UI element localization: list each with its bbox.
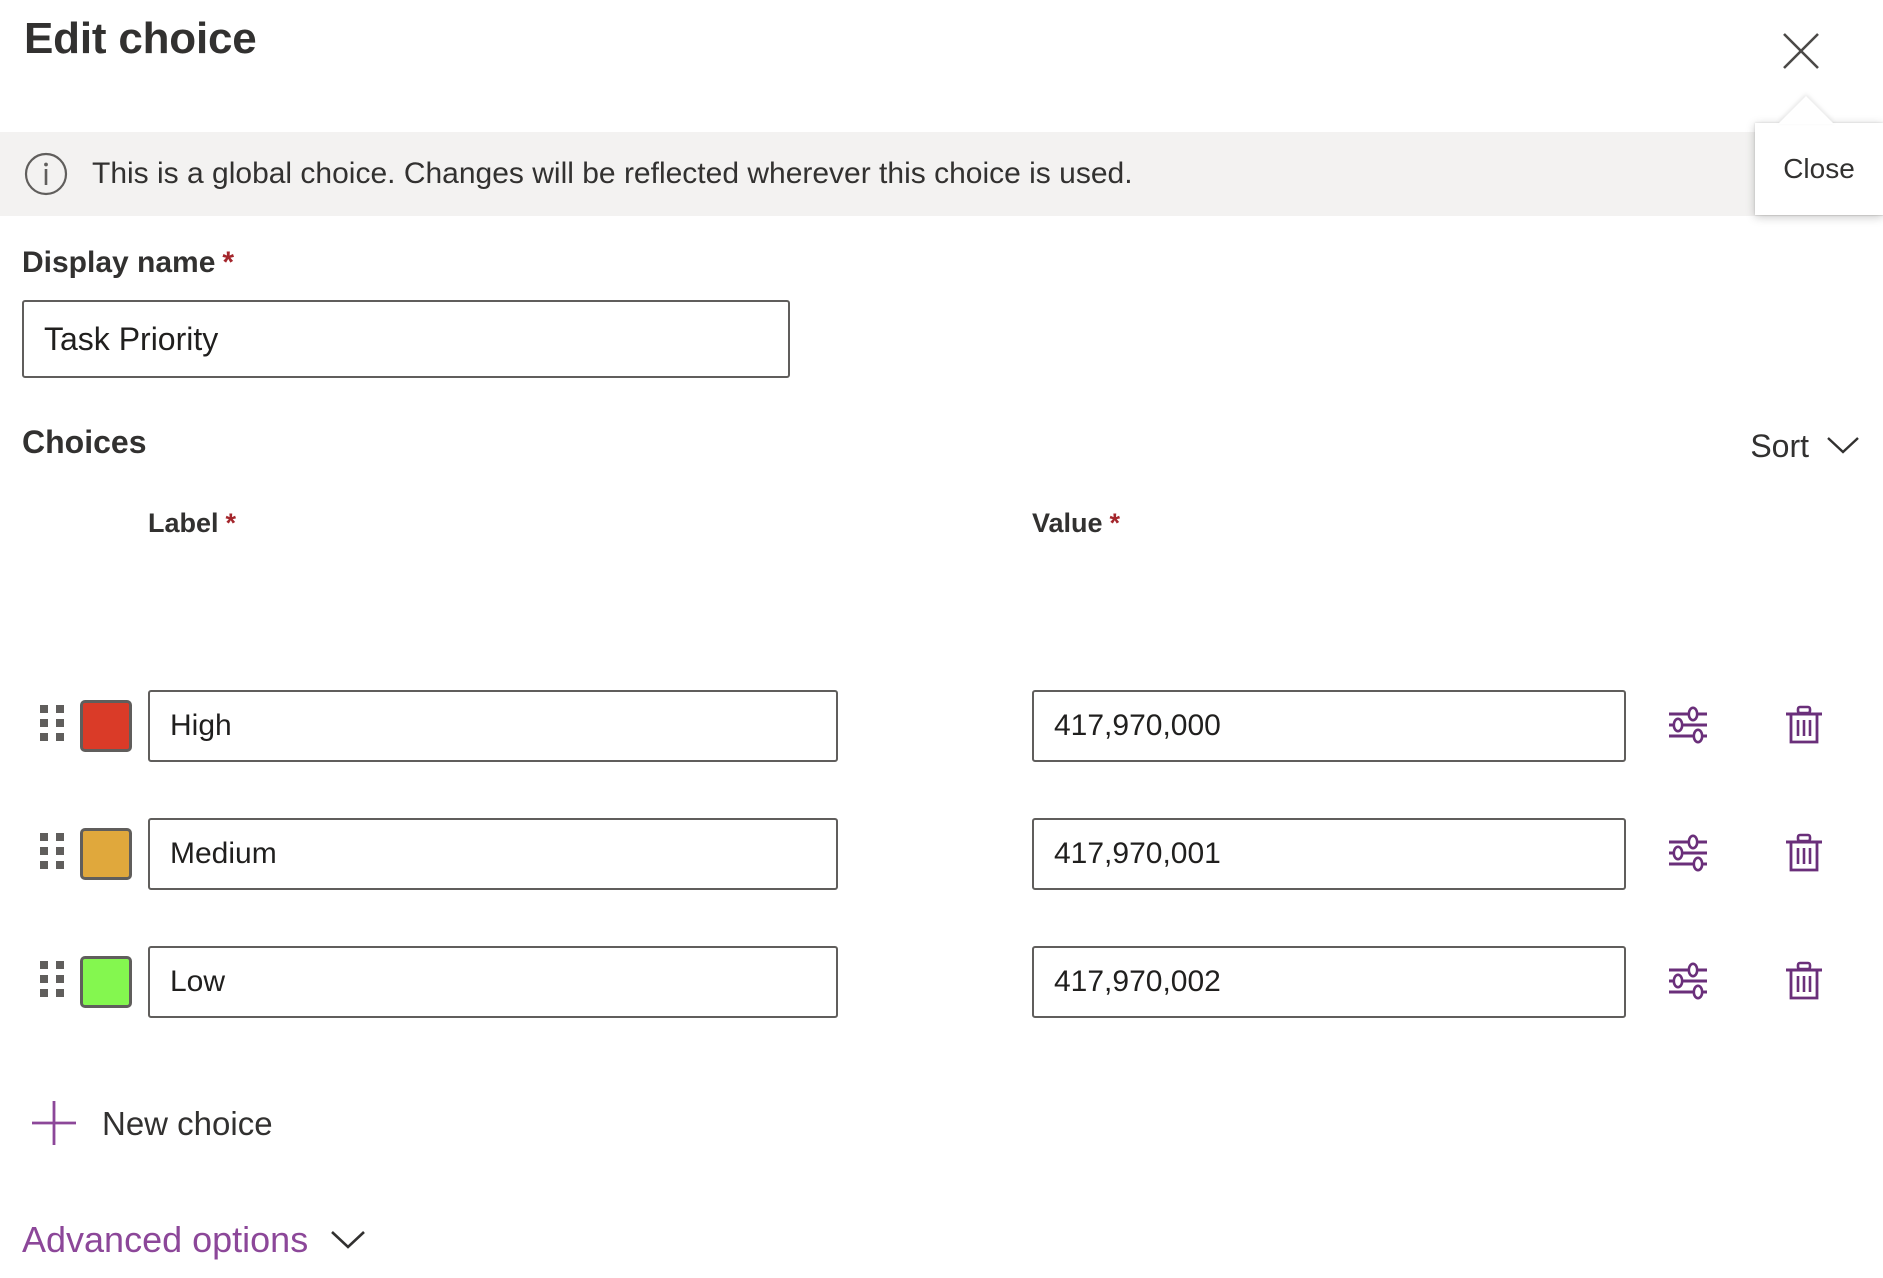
advanced-options-label: Advanced options [22, 1219, 308, 1261]
choice-row [0, 810, 1883, 898]
panel-header: Edit choice [0, 0, 1883, 132]
choice-label-input[interactable] [148, 946, 838, 1018]
edit-choice-panel: Edit choice Close This is a global choic… [0, 0, 1883, 1278]
trash-icon [1781, 702, 1827, 751]
color-swatch[interactable] [80, 700, 132, 752]
trash-icon [1781, 830, 1827, 879]
choice-delete-button[interactable] [1776, 826, 1832, 882]
close-icon [1778, 28, 1824, 74]
chevron-down-icon [1825, 433, 1861, 460]
choice-value-input[interactable] [1032, 690, 1626, 762]
display-name-required-marker: * [222, 246, 234, 279]
choices-heading: Choices [22, 424, 146, 461]
plus-icon [28, 1097, 80, 1152]
sort-button-label: Sort [1750, 428, 1809, 465]
column-header-label-required: * [226, 508, 237, 538]
color-swatch[interactable] [80, 956, 132, 1008]
color-swatch[interactable] [80, 828, 132, 880]
choice-label-input[interactable] [148, 690, 838, 762]
drag-handle-icon[interactable] [40, 705, 70, 747]
column-header-value-required: * [1110, 508, 1121, 538]
choice-row [0, 938, 1883, 1026]
column-header-value: Value* [1032, 508, 1120, 539]
sort-button[interactable]: Sort [1750, 418, 1861, 474]
choice-value-input[interactable] [1032, 818, 1626, 890]
close-button[interactable] [1770, 22, 1832, 80]
choice-settings-button[interactable] [1660, 826, 1716, 882]
info-banner: This is a global choice. Changes will be… [0, 132, 1883, 216]
info-circle-icon [22, 150, 70, 198]
trash-icon [1781, 958, 1827, 1007]
choice-settings-button[interactable] [1660, 954, 1716, 1010]
column-header-label-text: Label [148, 508, 219, 538]
choice-settings-button[interactable] [1660, 698, 1716, 754]
info-banner-message: This is a global choice. Changes will be… [92, 157, 1133, 191]
close-tooltip-arrow [1778, 96, 1834, 124]
drag-handle-icon[interactable] [40, 833, 70, 875]
chevron-down-icon [328, 1226, 368, 1255]
drag-handle-icon[interactable] [40, 961, 70, 1003]
choice-delete-button[interactable] [1776, 698, 1832, 754]
page-title: Edit choice [24, 14, 257, 64]
display-name-label-text: Display name [22, 246, 215, 279]
choice-delete-button[interactable] [1776, 954, 1832, 1010]
new-choice-label: New choice [102, 1105, 273, 1143]
choice-label-input[interactable] [148, 818, 838, 890]
sliders-settings-icon [1665, 958, 1711, 1007]
sliders-settings-icon [1665, 830, 1711, 879]
new-choice-button[interactable]: New choice [28, 1092, 273, 1156]
column-header-label: Label* [148, 508, 236, 539]
choice-value-input[interactable] [1032, 946, 1626, 1018]
sliders-settings-icon [1665, 702, 1711, 751]
choice-row [0, 682, 1883, 770]
display-name-label: Display name* [22, 246, 234, 280]
advanced-options-toggle[interactable]: Advanced options [22, 1212, 368, 1268]
close-tooltip: Close [1755, 123, 1883, 215]
close-tooltip-label: Close [1783, 153, 1855, 185]
display-name-input[interactable] [22, 300, 790, 378]
column-header-value-text: Value [1032, 508, 1103, 538]
